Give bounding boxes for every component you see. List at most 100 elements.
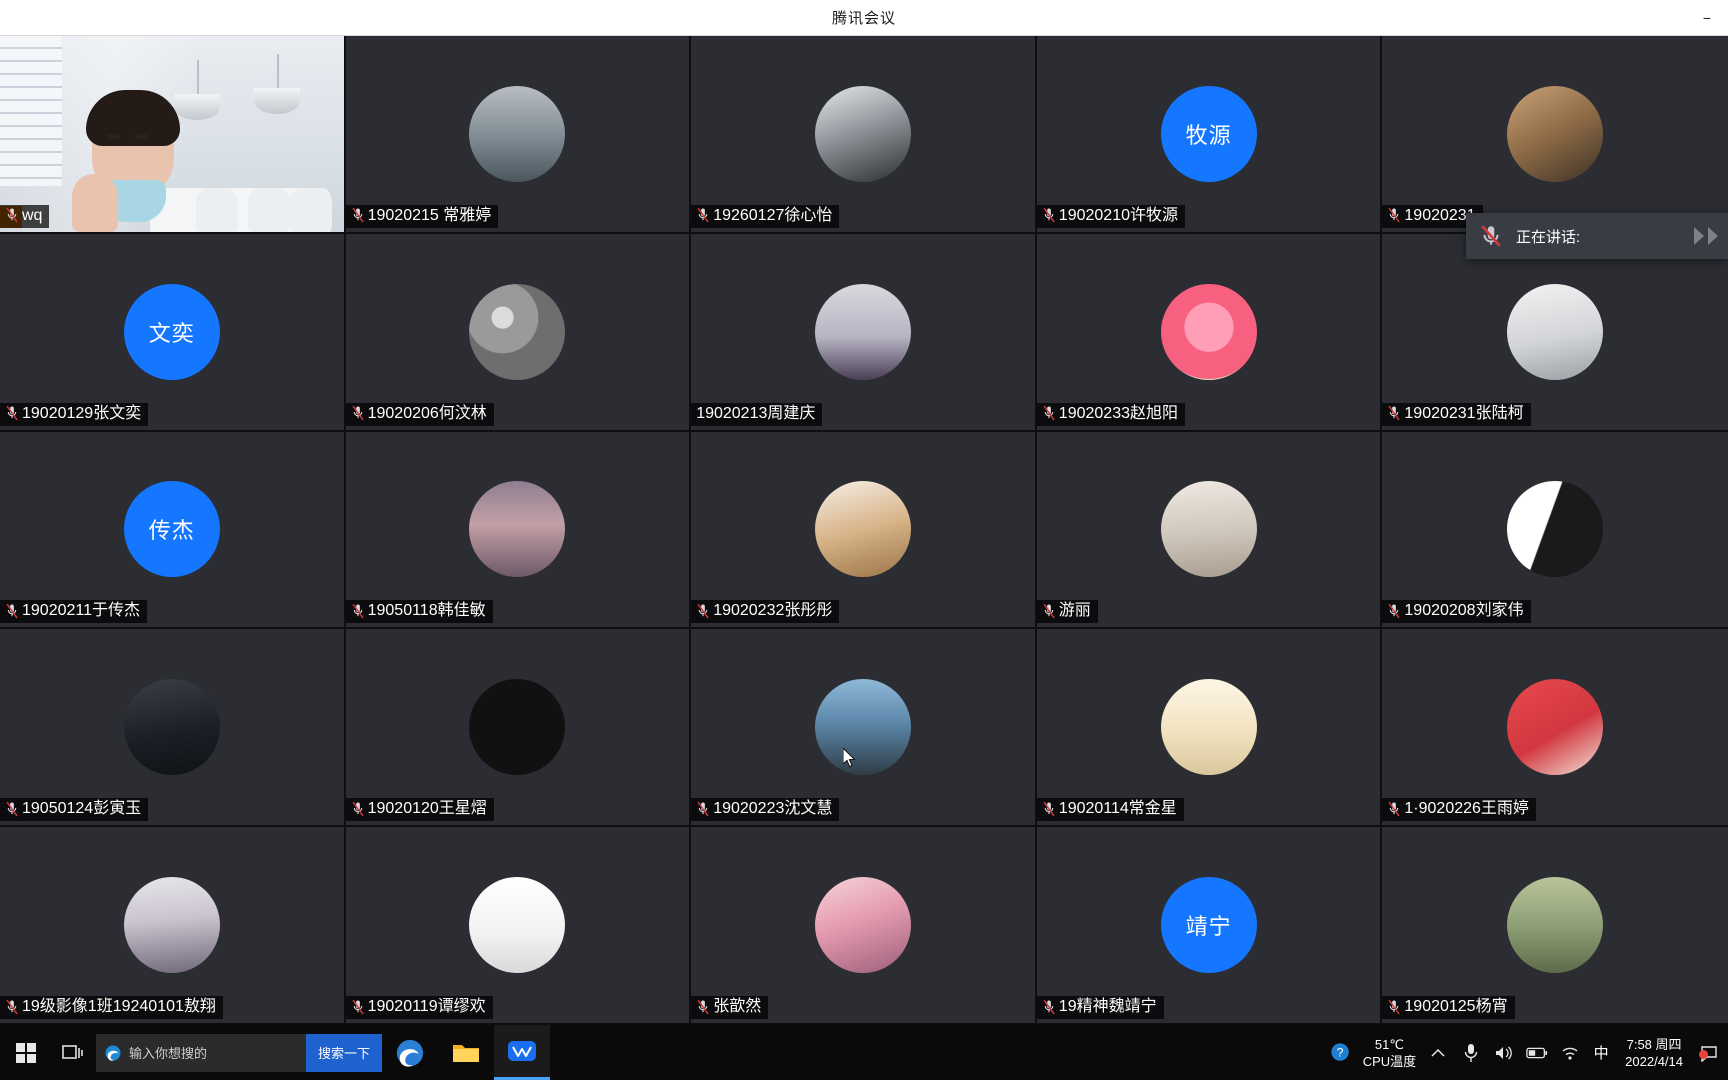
volume-icon[interactable]: [1493, 1042, 1515, 1064]
participant-label: 19020213周建庆: [691, 402, 823, 426]
speaking-waveform-icon: [1694, 227, 1718, 245]
participant-label: 张歆然: [691, 996, 769, 1019]
taskbar-app-tencent-meeting[interactable]: [494, 1025, 551, 1080]
participant-tile[interactable]: 19级影像1班19240101敖翔: [0, 827, 346, 1025]
action-center-icon[interactable]: [1698, 1042, 1720, 1064]
ime-indicator[interactable]: 中: [1592, 1042, 1610, 1064]
battery-icon[interactable]: [1526, 1042, 1548, 1064]
avatar: [469, 877, 566, 974]
mic-muted-icon: [1388, 208, 1401, 223]
help-icon[interactable]: ?: [1330, 1042, 1352, 1064]
participant-label: 19级影像1班19240101敖翔: [0, 996, 223, 1019]
participant-name: 19020114常金星: [1058, 800, 1177, 818]
mic-muted-icon: [1042, 603, 1056, 620]
mic-muted-icon: [5, 999, 19, 1016]
avatar: [1507, 85, 1604, 182]
avatar: [814, 283, 911, 380]
participant-tile[interactable]: 19020223沈文慧: [691, 629, 1037, 828]
avatar-initials: 传杰: [148, 518, 195, 544]
participant-label: 1·9020226王雨婷: [1382, 798, 1536, 822]
window-blinds: [0, 36, 62, 186]
participant-tile[interactable]: 游丽: [1036, 431, 1383, 630]
participant-name: 19020119谭缪欢: [367, 998, 486, 1015]
avatar-initials: 靖宁: [1185, 914, 1232, 940]
taskbar-app-edge[interactable]: [382, 1025, 438, 1080]
participant-label: 19020208刘家伟: [1382, 600, 1531, 624]
participant-tile[interactable]: 张歆然: [691, 827, 1037, 1025]
participant-tile[interactable]: 19050118韩佳敏: [345, 431, 692, 630]
participant-tile[interactable]: 19020208刘家伟: [1382, 431, 1728, 630]
avatar: 文奕: [123, 283, 220, 380]
page-title: 腾讯会议: [831, 10, 896, 27]
microphone-icon[interactable]: [1460, 1042, 1482, 1064]
participant-label: 19020223沈文慧: [691, 798, 840, 822]
wifi-icon[interactable]: [1559, 1042, 1581, 1064]
participant-tile[interactable]: 19020233赵旭阳: [1036, 233, 1383, 432]
avatar: [814, 679, 911, 776]
avatar-photo: [1507, 481, 1604, 578]
mic-muted-icon: [351, 603, 365, 620]
participant-name: 张歆然: [713, 998, 762, 1015]
avatar-photo: [814, 85, 911, 182]
participant-tile[interactable]: 19260127徐心怡: [691, 36, 1037, 234]
mic-muted-icon: [6, 801, 18, 817]
start-button[interactable]: [0, 1025, 52, 1080]
taskbar: 输入你想搜的 搜索一下 ? 51℃ CPU温度 中 7:58 周四 2022/4…: [0, 1025, 1728, 1080]
participant-tile[interactable]: 19020213周建庆: [691, 233, 1037, 432]
search-input[interactable]: 输入你想搜的: [96, 1033, 306, 1072]
mic-muted-icon: [1043, 405, 1055, 421]
participant-tile[interactable]: 19020120王星熠: [345, 629, 692, 828]
taskbar-app-file-explorer[interactable]: [438, 1025, 494, 1080]
minimize-button[interactable]: −: [1690, 3, 1724, 33]
mic-muted-icon: [352, 999, 364, 1014]
mic-muted-icon: [1388, 999, 1401, 1014]
participant-label: wq: [0, 204, 50, 228]
mic-muted-icon: [352, 405, 364, 421]
participant-tile[interactable]: 19020215 常雅婷: [345, 36, 692, 234]
participant-tile[interactable]: 19020114常金星: [1036, 629, 1383, 828]
cpu-temperature-indicator[interactable]: 51℃ CPU温度: [1363, 1036, 1416, 1070]
mic-muted-icon: [352, 208, 364, 223]
participant-tile[interactable]: 1·9020226王雨婷: [1382, 629, 1728, 828]
clock[interactable]: 7:58 周四 2022/4/14: [1621, 1036, 1687, 1070]
participant-name: 19020129张文奕: [22, 404, 142, 422]
avatar-initials: 文奕: [148, 320, 195, 346]
chevron-up-icon[interactable]: [1427, 1042, 1449, 1064]
participant-tile[interactable]: wq: [0, 36, 346, 234]
avatar-photo: [814, 283, 911, 380]
participant-tile[interactable]: 19020231: [1382, 36, 1728, 234]
avatar-photo: [1160, 679, 1257, 776]
participant-tile[interactable]: 19020231张陆柯: [1382, 233, 1728, 432]
avatar-photo: [1507, 679, 1604, 776]
participant-tile[interactable]: 传杰 19020211于传杰: [0, 431, 346, 630]
participant-tile[interactable]: 19050124彭寅玉: [0, 629, 346, 828]
participant-label: 19020114常金星: [1036, 798, 1184, 822]
avatar: [469, 481, 566, 578]
participant-tile[interactable]: 19020206何汶林: [345, 233, 692, 432]
participant-tile[interactable]: 文奕 19020129张文奕: [0, 233, 346, 432]
participant-tile[interactable]: 牧源 19020210许牧源: [1036, 36, 1383, 234]
participant-label: 19020215 常雅婷: [345, 204, 499, 228]
avatar: [123, 877, 220, 974]
search-submit-button[interactable]: 搜索一下: [306, 1033, 383, 1072]
mic-muted-icon: [1387, 999, 1401, 1016]
task-view-button[interactable]: [52, 1025, 94, 1080]
participant-tile[interactable]: 19020125杨宵: [1382, 827, 1728, 1025]
participant-name: 19050118韩佳敏: [367, 602, 486, 620]
participant-name: 19020211于传杰: [22, 602, 141, 620]
mic-muted-icon: [1387, 603, 1401, 620]
mic-muted-icon: [1042, 801, 1056, 818]
avatar: 传杰: [123, 481, 220, 578]
mic-muted-icon: [697, 208, 709, 223]
participant-tile[interactable]: 19020232张彤彤: [691, 431, 1037, 630]
participant-tile[interactable]: 19020119谭缪欢: [345, 827, 692, 1025]
avatar-photo: [814, 481, 911, 578]
participant-grid: wq 19020215 常雅婷 19260127徐心怡 牧源 19020210许牧源 19…: [0, 36, 1728, 1025]
participant-tile[interactable]: 靖宁 19精神魏靖宁: [1036, 827, 1383, 1025]
participant-label: 19020210许牧源: [1036, 204, 1185, 228]
mic-muted-icon: [696, 801, 710, 818]
participant-name: 19020231张陆柯: [1404, 404, 1524, 422]
mic-muted-icon: [351, 405, 365, 422]
mic-muted-icon: [5, 603, 19, 620]
avatar-photo: [1507, 877, 1604, 974]
